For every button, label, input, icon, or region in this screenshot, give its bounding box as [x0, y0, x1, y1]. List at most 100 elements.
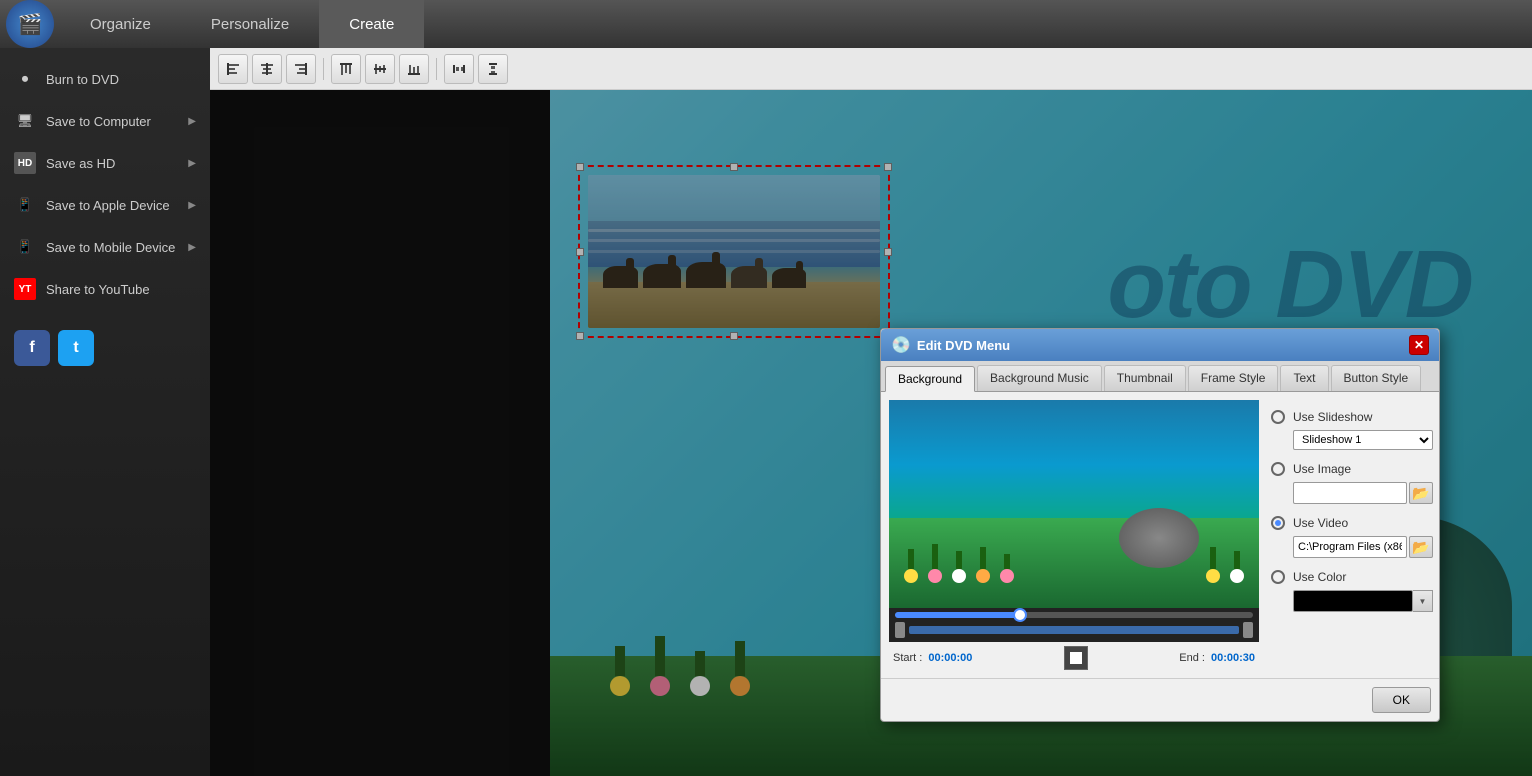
color-dropdown-button[interactable]: ▼: [1413, 590, 1433, 612]
radio-use-image[interactable]: [1271, 462, 1285, 476]
slideshow-select[interactable]: Slideshow 1 Slideshow 2: [1293, 430, 1433, 450]
expand-arrow: ▶: [188, 242, 196, 253]
progress-bar[interactable]: [895, 612, 1253, 618]
stop-button[interactable]: [1064, 646, 1088, 670]
sidebar-item-label: Save to Apple Device: [46, 198, 170, 213]
tab-text[interactable]: Text: [1280, 365, 1328, 391]
save-hd-icon: HD: [14, 152, 36, 174]
align-left-button[interactable]: [218, 54, 248, 84]
sidebar-item-save-apple[interactable]: 📱 Save to Apple Device ▶: [0, 184, 210, 226]
tab-button-style[interactable]: Button Style: [1331, 365, 1422, 391]
radio-use-video[interactable]: [1271, 516, 1285, 530]
sidebar: ⏺ Burn to DVD 🖥 Save to Computer ▶ HD Sa…: [0, 48, 210, 776]
start-time-area: Start : 00:00:00: [893, 652, 972, 664]
video-preview-panel: Start : 00:00:00 End : 00:00:30: [889, 400, 1259, 670]
slideshow-select-row: Slideshow 1 Slideshow 2: [1271, 430, 1433, 456]
tab-organize[interactable]: Organize: [60, 0, 181, 48]
align-bottom-button[interactable]: [399, 54, 429, 84]
option-use-image: Use Image: [1271, 456, 1433, 482]
trim-start-handle[interactable]: [895, 622, 905, 638]
video-browse-button[interactable]: 📂: [1409, 536, 1433, 558]
sidebar-item-burn-dvd[interactable]: ⏺ Burn to DVD: [0, 58, 210, 100]
tab-frame-style[interactable]: Frame Style: [1188, 365, 1279, 391]
tab-background[interactable]: Background: [885, 366, 975, 392]
canvas-area: oto DVD ▶: [210, 90, 1532, 776]
dialog-title: Edit DVD Menu: [917, 338, 1010, 353]
right-options-panel: Use Slideshow Slideshow 1 Slideshow 2: [1267, 400, 1433, 670]
main-layout: ⏺ Burn to DVD 🖥 Save to Computer ▶ HD Sa…: [0, 48, 1532, 776]
video-flowers-right: [1206, 547, 1244, 583]
start-label: Start :: [893, 652, 922, 664]
stop-icon: [1070, 652, 1082, 664]
social-buttons: f t: [0, 320, 210, 376]
end-label: End :: [1179, 652, 1205, 664]
sidebar-item-share-youtube[interactable]: YT Share to YouTube: [0, 268, 210, 310]
progress-bar-fill: [895, 612, 1020, 618]
sidebar-item-save-hd[interactable]: HD Save as HD ▶: [0, 142, 210, 184]
option-use-video: Use Video: [1271, 510, 1433, 536]
distribute-v-button[interactable]: [478, 54, 508, 84]
radio-use-slideshow[interactable]: [1271, 410, 1285, 424]
align-middle-button[interactable]: [365, 54, 395, 84]
expand-arrow: ▶: [188, 158, 196, 169]
align-center-button[interactable]: [252, 54, 282, 84]
toolbar: [210, 48, 1532, 90]
video-controls: [889, 608, 1259, 642]
dialog-close-button[interactable]: ✕: [1409, 335, 1429, 355]
ok-button[interactable]: OK: [1372, 687, 1431, 713]
dialog-tabs: Background Background Music Thumbnail Fr…: [881, 361, 1439, 392]
dialog-title-area: 💿 Edit DVD Menu: [891, 335, 1010, 355]
share-youtube-icon: YT: [14, 278, 36, 300]
distribute-h-button[interactable]: [444, 54, 474, 84]
toolbar-separator: [323, 58, 324, 80]
color-label: Use Color: [1293, 570, 1373, 584]
twitter-button[interactable]: t: [58, 330, 94, 366]
edit-dvd-menu-dialog: 💿 Edit DVD Menu ✕ Background Background …: [880, 328, 1440, 722]
slideshow-label: Use Slideshow: [1293, 410, 1373, 424]
image-path-input[interactable]: [1293, 482, 1407, 504]
tab-background-music[interactable]: Background Music: [977, 365, 1102, 391]
tab-personalize[interactable]: Personalize: [181, 0, 319, 48]
save-computer-icon: 🖥: [14, 110, 36, 132]
expand-arrow: ▶: [188, 116, 196, 127]
time-display: Start : 00:00:00 End : 00:00:30: [889, 642, 1259, 670]
align-right-button[interactable]: [286, 54, 316, 84]
trim-bar: [895, 622, 1253, 638]
dialog-icon: 💿: [891, 335, 911, 355]
end-time: 00:00:30: [1211, 652, 1255, 664]
video-rock: [1119, 508, 1199, 568]
video-path-input[interactable]: [1293, 536, 1407, 558]
color-swatch[interactable]: [1293, 590, 1413, 612]
expand-arrow: ▶: [188, 200, 196, 211]
sidebar-item-save-mobile[interactable]: 📱 Save to Mobile Device ▶: [0, 226, 210, 268]
dialog-footer: OK: [881, 678, 1439, 721]
toolbar-separator-2: [436, 58, 437, 80]
start-time: 00:00:00: [928, 652, 972, 664]
align-top-button[interactable]: [331, 54, 361, 84]
trim-track: [909, 626, 1239, 634]
modal-overlay: 💿 Edit DVD Menu ✕ Background Background …: [210, 90, 1532, 776]
burn-dvd-icon: ⏺: [14, 68, 36, 90]
sidebar-item-label: Save as HD: [46, 156, 115, 171]
save-mobile-icon: 📱: [14, 236, 36, 258]
radio-use-color[interactable]: [1271, 570, 1285, 584]
dialog-titlebar: 💿 Edit DVD Menu ✕: [881, 329, 1439, 361]
image-browse-button[interactable]: 📂: [1409, 482, 1433, 504]
sidebar-item-label: Save to Computer: [46, 114, 151, 129]
save-apple-icon: 📱: [14, 194, 36, 216]
progress-handle[interactable]: [1013, 608, 1027, 622]
image-label: Use Image: [1293, 462, 1373, 476]
trim-end-handle[interactable]: [1243, 622, 1253, 638]
top-navigation: 🎬 Organize Personalize Create: [0, 0, 1532, 48]
sidebar-item-label: Burn to DVD: [46, 72, 119, 87]
sidebar-item-save-computer[interactable]: 🖥 Save to Computer ▶: [0, 100, 210, 142]
video-input-row: 📂: [1271, 536, 1433, 564]
sidebar-item-label: Save to Mobile Device: [46, 240, 175, 255]
dialog-body: Start : 00:00:00 End : 00:00:30: [881, 392, 1439, 678]
tab-thumbnail[interactable]: Thumbnail: [1104, 365, 1186, 391]
tab-create[interactable]: Create: [319, 0, 424, 48]
video-sky: [889, 400, 1259, 530]
content-area: oto DVD ▶: [210, 48, 1532, 776]
end-time-area: End : 00:00:30: [1179, 652, 1255, 664]
facebook-button[interactable]: f: [14, 330, 50, 366]
